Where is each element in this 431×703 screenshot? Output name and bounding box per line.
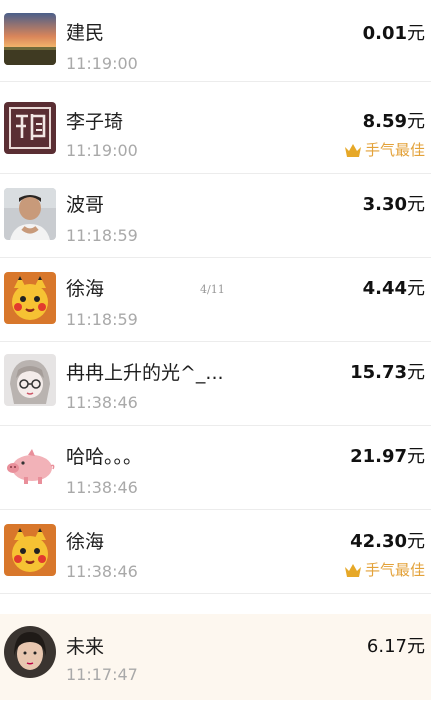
amount-value: 4.44 [362, 278, 407, 299]
amount-value: 42.30 [350, 531, 407, 552]
man-avatar[interactable] [4, 188, 56, 240]
timestamp: 11:18:59 [66, 226, 138, 245]
recipient-name: 哈哈。。。 [66, 446, 143, 468]
amount-value: 6.17 [366, 636, 407, 657]
amount: 6.17元 [367, 632, 425, 658]
recipient-name: 建民 [66, 22, 105, 44]
timestamp: 11:38:46 [66, 562, 138, 581]
timestamp: 11:19:00 [66, 141, 138, 160]
currency-unit: 元 [407, 111, 425, 132]
my-list-item[interactable]: 未来 11:17:47 6.17元 [0, 614, 431, 700]
timestamp: 11:38:46 [66, 393, 138, 412]
recipient-name: 未来 [66, 636, 105, 658]
currency-unit: 元 [407, 362, 425, 383]
amount-value: 3.30 [362, 194, 407, 215]
amount: 3.30元 [363, 190, 425, 216]
list-item[interactable]: 李子琦 11:19:00 8.59元 手气最佳 [0, 90, 431, 174]
divider [0, 81, 431, 82]
timestamp: 11:17:47 [66, 665, 138, 684]
pig-avatar[interactable] [4, 440, 56, 492]
calligraphy-avatar[interactable] [4, 102, 56, 154]
pikachu-avatar[interactable] [4, 524, 56, 576]
recipient-name: 波哥 [66, 194, 105, 216]
best-luck-label: 手气最佳 [364, 141, 425, 159]
woman-avatar[interactable] [4, 626, 56, 678]
amount: 0.01元 [363, 19, 425, 45]
recipient-name: 李子琦 [66, 111, 124, 133]
anime-girl-avatar[interactable] [4, 354, 56, 406]
timestamp: 11:38:46 [66, 478, 138, 497]
crown-icon [344, 144, 361, 157]
amount-value: 8.59 [362, 111, 407, 132]
divider [0, 593, 431, 594]
amount: 4.44元 [363, 274, 425, 300]
amount-value: 15.73 [350, 362, 407, 383]
currency-unit: 元 [407, 531, 425, 552]
timestamp: 11:18:59 [66, 310, 138, 329]
crown-icon [344, 564, 361, 577]
best-luck-label: 手气最佳 [364, 561, 425, 579]
currency-unit: 元 [407, 446, 425, 467]
currency-unit: 元 [407, 636, 425, 657]
list-item[interactable]: 建民 11:19:00 0.01元 [0, 0, 431, 82]
list-item[interactable]: 冉冉上升的光^_... 11:38:46 15.73元 [0, 342, 431, 426]
recipient-name: 徐海 [66, 531, 105, 553]
amount: 15.73元 [350, 358, 425, 384]
pikachu-avatar[interactable] [4, 272, 56, 324]
currency-unit: 元 [407, 194, 425, 215]
amount: 8.59元 [363, 107, 425, 133]
currency-unit: 元 [407, 23, 425, 44]
page-indicator: 4/11 [200, 283, 225, 296]
amount: 21.97元 [350, 442, 425, 468]
currency-unit: 元 [407, 278, 425, 299]
best-luck-badge: 手气最佳 [344, 139, 425, 160]
best-luck-badge: 手气最佳 [344, 559, 425, 580]
amount-value: 0.01 [362, 23, 407, 44]
list-item[interactable]: 哈哈。。。 11:38:46 21.97元 [0, 426, 431, 510]
sunset-avatar[interactable] [4, 13, 56, 65]
timestamp: 11:19:00 [66, 54, 138, 73]
recipient-name: 徐海 [66, 278, 105, 300]
recipient-name: 冉冉上升的光^_... [66, 362, 224, 384]
list-item[interactable]: 徐海 11:18:59 4.44元 [0, 258, 431, 342]
amount: 42.30元 [350, 527, 425, 553]
list-item[interactable]: 徐海 11:38:46 42.30元 手气最佳 [0, 510, 431, 594]
list-item[interactable]: 波哥 11:18:59 3.30元 [0, 174, 431, 258]
amount-value: 21.97 [350, 446, 407, 467]
